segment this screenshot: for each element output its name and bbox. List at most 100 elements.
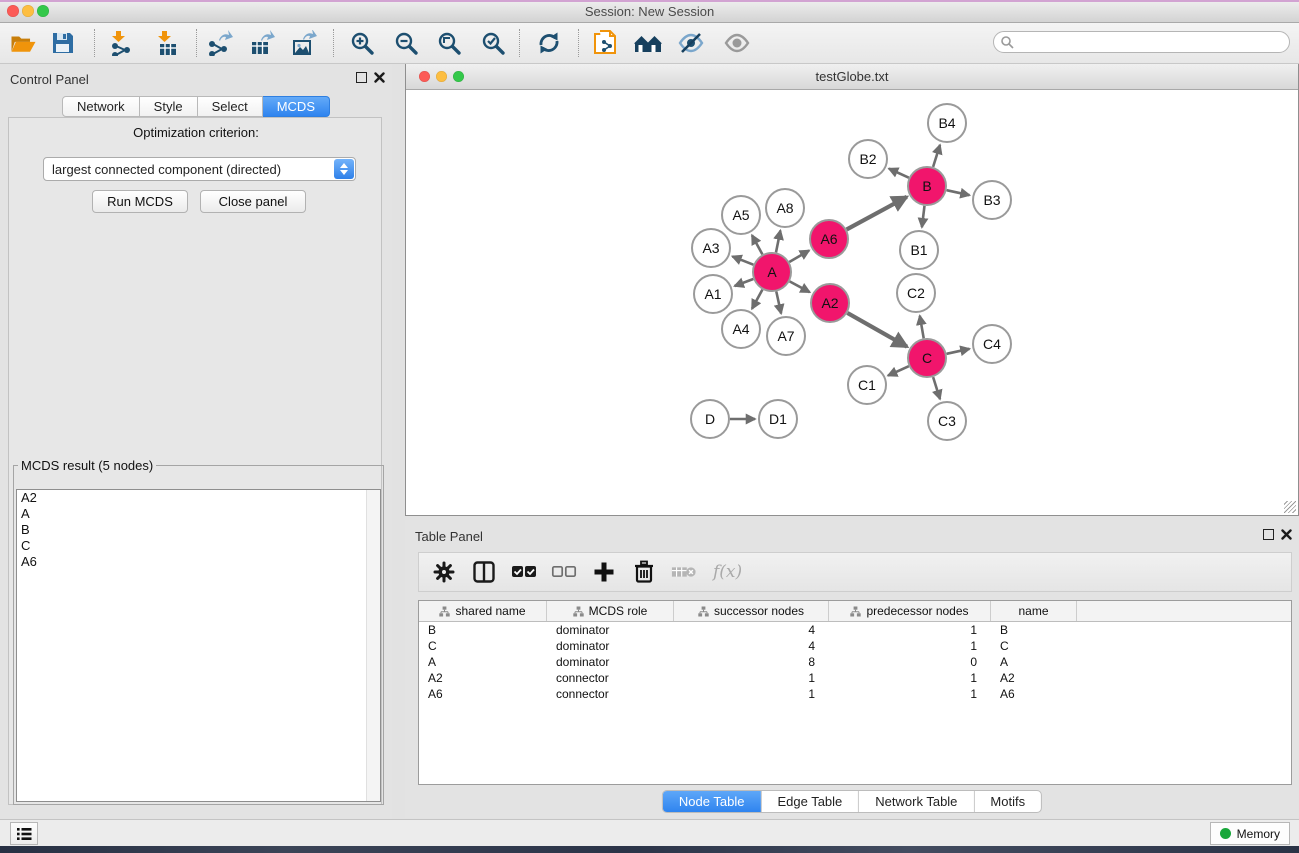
graph-edge-A-A2[interactable] bbox=[790, 281, 810, 292]
tab-style[interactable]: Style bbox=[140, 96, 198, 117]
select-all-columns-icon[interactable] bbox=[511, 559, 537, 585]
column-header[interactable]: predecessor nodes bbox=[829, 601, 991, 621]
task-history-button[interactable] bbox=[10, 822, 38, 845]
show-graphics-details-icon[interactable] bbox=[719, 26, 755, 60]
table-row[interactable]: Bdominator41B bbox=[419, 622, 1291, 638]
graph-edge-C-C3[interactable] bbox=[933, 377, 940, 399]
import-network-icon[interactable] bbox=[103, 26, 139, 60]
column-header[interactable]: successor nodes bbox=[674, 601, 829, 621]
zoom-fit-icon[interactable] bbox=[431, 26, 467, 60]
tab-edge-table[interactable]: Edge Table bbox=[760, 791, 858, 812]
graph-edge-B-B2[interactable] bbox=[889, 169, 909, 178]
tab-network[interactable]: Network bbox=[62, 96, 140, 117]
zoom-selected-icon[interactable] bbox=[475, 26, 511, 60]
delete-column-icon[interactable] bbox=[631, 559, 657, 585]
graph-edge-B-B4[interactable] bbox=[933, 145, 940, 167]
hide-graphics-details-icon[interactable] bbox=[673, 26, 709, 60]
graph-edge-A2-C[interactable] bbox=[847, 313, 907, 347]
export-network-icon[interactable] bbox=[202, 26, 238, 60]
graph-edge-A-A8[interactable] bbox=[776, 231, 780, 253]
graph-edge-B-B3[interactable] bbox=[947, 190, 970, 195]
table-cell: connector bbox=[547, 671, 674, 685]
graph-edge-A-A7[interactable] bbox=[776, 292, 781, 314]
result-item[interactable]: C bbox=[17, 538, 380, 554]
float-panel-icon[interactable] bbox=[354, 70, 368, 84]
graph-edge-C-C1[interactable] bbox=[888, 366, 909, 375]
network-window-title: testGlobe.txt bbox=[406, 69, 1298, 84]
search-input[interactable] bbox=[1018, 34, 1283, 50]
resize-grip-icon[interactable] bbox=[1284, 501, 1296, 513]
zoom-in-icon[interactable] bbox=[344, 26, 380, 60]
tab-select[interactable]: Select bbox=[198, 96, 263, 117]
memory-button[interactable]: Memory bbox=[1210, 822, 1290, 845]
graph-edge-A-A4[interactable] bbox=[752, 290, 762, 309]
column-header[interactable]: MCDS role bbox=[547, 601, 674, 621]
graph-node-label: A8 bbox=[776, 200, 793, 216]
control-panel-tabs: Network Style Select MCDS bbox=[0, 96, 392, 117]
result-item[interactable]: B bbox=[17, 522, 380, 538]
tab-node-table[interactable]: Node Table bbox=[663, 791, 761, 812]
result-item[interactable]: A6 bbox=[17, 554, 380, 570]
main-titlebar: Session: New Session bbox=[0, 0, 1299, 23]
graph-edge-A-A3[interactable] bbox=[732, 256, 753, 264]
graph-node-label: A2 bbox=[821, 295, 838, 311]
close-panel-button[interactable]: Close panel bbox=[200, 190, 306, 213]
deselect-all-columns-icon[interactable] bbox=[551, 559, 577, 585]
close-table-panel-icon[interactable] bbox=[1279, 527, 1293, 541]
network-canvas[interactable]: A5A8A3A1A4A7AA6A2BB2B4B3B1CC2C4C1C3DD1 bbox=[406, 90, 1298, 515]
save-session-icon[interactable] bbox=[45, 26, 81, 60]
column-header[interactable]: name bbox=[991, 601, 1077, 621]
function-builder-icon: f(x) bbox=[713, 562, 742, 582]
zoom-out-icon[interactable] bbox=[388, 26, 424, 60]
optimization-criterion-select[interactable]: largest connected component (directed) bbox=[43, 157, 356, 181]
network-file-icon[interactable] bbox=[588, 26, 624, 60]
mcds-result-title: MCDS result (5 nodes) bbox=[18, 458, 156, 473]
graph-edge-A-A1[interactable] bbox=[735, 279, 754, 286]
table-row[interactable]: Adominator80A bbox=[419, 654, 1291, 670]
graph-edge-B-B1[interactable] bbox=[922, 206, 925, 227]
mcds-result-group: MCDS result (5 nodes) A2ABCA6 bbox=[13, 458, 384, 805]
graph-edge-A6-B[interactable] bbox=[847, 197, 907, 230]
table-body: Bdominator41BCdominator41CAdominator80AA… bbox=[419, 622, 1291, 702]
table-panel-title: Table Panel bbox=[415, 529, 483, 544]
home-icon[interactable] bbox=[630, 26, 666, 60]
table-row[interactable]: A2connector11A2 bbox=[419, 670, 1291, 686]
column-header-label: name bbox=[1018, 604, 1048, 618]
result-item[interactable]: A bbox=[17, 506, 380, 522]
add-column-icon[interactable] bbox=[591, 559, 617, 585]
show-columns-icon[interactable] bbox=[471, 559, 497, 585]
column-header[interactable]: shared name bbox=[419, 601, 547, 621]
result-scrollbar-track[interactable] bbox=[366, 490, 380, 801]
run-mcds-button[interactable]: Run MCDS bbox=[92, 190, 188, 213]
graph-node-label: A bbox=[767, 264, 777, 280]
table-row[interactable]: A6connector11A6 bbox=[419, 686, 1291, 702]
table-cell: 1 bbox=[829, 687, 991, 701]
table-row[interactable]: Cdominator41C bbox=[419, 638, 1291, 654]
open-session-icon[interactable] bbox=[5, 26, 41, 60]
table-cell: B bbox=[991, 623, 1077, 637]
toolbar-separator bbox=[333, 29, 334, 57]
graph-edge-C-C2[interactable] bbox=[920, 316, 924, 339]
table-cell: dominator bbox=[547, 655, 674, 669]
control-panel: Control Panel Network Style Select MCDS … bbox=[0, 63, 392, 820]
graph-edge-A-A6[interactable] bbox=[789, 251, 809, 263]
close-panel-icon[interactable] bbox=[372, 70, 386, 84]
mcds-result-list[interactable]: A2ABCA6 bbox=[16, 489, 381, 802]
export-table-icon[interactable] bbox=[244, 26, 280, 60]
node-table: shared nameMCDS rolesuccessor nodesprede… bbox=[418, 600, 1292, 785]
graph-edge-C-C4[interactable] bbox=[947, 349, 970, 354]
graph-edge-A-A5[interactable] bbox=[752, 235, 762, 254]
refresh-icon[interactable] bbox=[531, 26, 567, 60]
export-image-icon[interactable] bbox=[286, 26, 322, 60]
tab-network-table[interactable]: Network Table bbox=[858, 791, 973, 812]
import-table-icon[interactable] bbox=[149, 26, 185, 60]
toolbar-separator bbox=[94, 29, 95, 57]
search-box[interactable] bbox=[993, 31, 1290, 53]
tab-mcds[interactable]: MCDS bbox=[263, 96, 330, 117]
float-table-panel-icon[interactable] bbox=[1261, 527, 1275, 541]
table-cell: A6 bbox=[419, 687, 547, 701]
table-settings-gear-icon[interactable] bbox=[431, 559, 457, 585]
result-item[interactable]: A2 bbox=[17, 490, 380, 506]
control-panel-title: Control Panel bbox=[10, 72, 89, 87]
tab-motifs[interactable]: Motifs bbox=[973, 791, 1041, 812]
